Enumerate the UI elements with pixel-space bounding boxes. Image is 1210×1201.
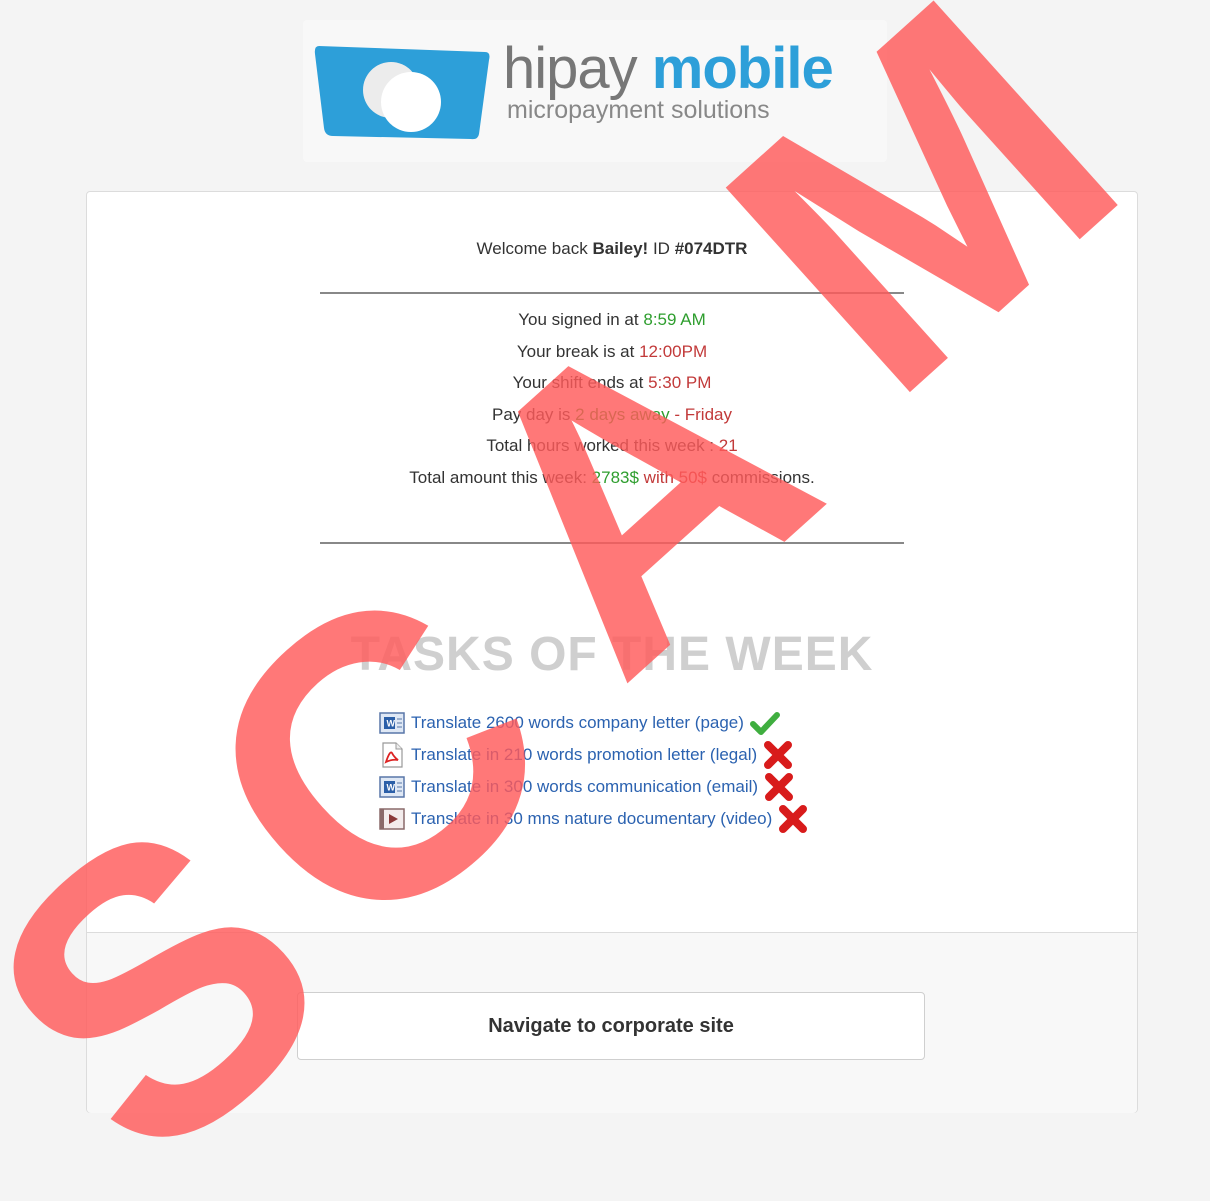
cross-icon [761, 773, 797, 801]
id-label: ID [652, 239, 670, 258]
task-link[interactable]: Translate in 30 mns nature documentary (… [411, 809, 772, 829]
task-item[interactable]: Translate in 210 words promotion letter … [377, 739, 957, 771]
payday-separator: - [669, 404, 685, 424]
card-body: Welcome back Bailey! ID #074DTR You sign… [87, 192, 1137, 932]
amount-with: with [643, 467, 674, 487]
commission-value: 50$ [678, 467, 708, 487]
user-id: #074DTR [674, 239, 748, 258]
cross-icon [760, 741, 796, 769]
task-item[interactable]: W Translate 2600 words company letter (p… [377, 707, 957, 739]
shift-info: You signed in at 8:59 AM Your break is a… [87, 304, 1137, 493]
payday-row: Pay day is 2 days away - Friday [87, 399, 1137, 431]
video-icon [377, 805, 407, 833]
bottom-divider [320, 542, 904, 544]
top-divider [320, 292, 904, 294]
hours-row: Total hours worked this week : 21 [87, 430, 1137, 462]
shift-value: 5:30 PM [648, 373, 712, 392]
amount-value: 2783$ [591, 467, 639, 487]
tasks-heading: TASKS OF THE WEEK [350, 628, 874, 681]
welcome-line: Welcome back Bailey! ID #074DTR [87, 239, 1137, 259]
shift-label: Your shift ends at [512, 373, 644, 392]
word-doc-icon: W [377, 773, 407, 801]
brand-word-light: hipay [503, 36, 638, 101]
task-link[interactable]: Translate in 300 words communication (em… [411, 777, 758, 797]
user-name: Bailey! [592, 239, 649, 258]
task-link[interactable]: Translate in 210 words promotion letter … [411, 745, 757, 765]
logo-mark-icon [314, 46, 490, 140]
card-footer: Navigate to corporate site [87, 932, 1137, 1113]
payday-day: Friday [684, 404, 732, 424]
commission-label: commissions. [711, 467, 815, 487]
task-item[interactable]: Translate in 30 mns nature documentary (… [377, 803, 957, 835]
welcome-prefix: Welcome back [476, 239, 588, 258]
cross-icon [775, 805, 811, 833]
break-row: Your break is at 12:00PM [87, 336, 1137, 368]
hours-label: Total hours worked this week : [486, 436, 715, 455]
shift-end-row: Your shift ends at 5:30 PM [87, 367, 1137, 399]
payday-label: Pay day is [491, 404, 571, 424]
task-item[interactable]: W Translate in 300 words communication (… [377, 771, 957, 803]
hours-value: 21 [718, 436, 738, 455]
amount-row: Total amount this week: 2783$ with 50$ c… [87, 462, 1137, 494]
word-doc-icon: W [377, 709, 407, 737]
brand-logo: hipay mobile micropayment solutions [303, 20, 887, 162]
check-icon [747, 709, 783, 737]
break-value: 12:00PM [639, 341, 708, 361]
signed-in-label: You signed in at [518, 310, 639, 329]
signed-in-row: You signed in at 8:59 AM [87, 304, 1137, 336]
navigate-corporate-button[interactable]: Navigate to corporate site [297, 992, 925, 1060]
task-link[interactable]: Translate 2600 words company letter (pag… [411, 713, 744, 733]
svg-text:W: W [387, 719, 396, 729]
amount-label: Total amount this week: [409, 467, 587, 487]
dashboard-card: Welcome back Bailey! ID #074DTR You sign… [86, 191, 1138, 1113]
brand-word-bold: mobile [651, 36, 834, 101]
signed-in-value: 8:59 AM [643, 310, 706, 329]
svg-text:W: W [387, 783, 396, 793]
break-label: Your break is at [516, 341, 635, 361]
payday-days: 2 days away [575, 404, 670, 424]
pdf-icon [377, 741, 407, 769]
task-list: W Translate 2600 words company letter (p… [377, 707, 957, 835]
